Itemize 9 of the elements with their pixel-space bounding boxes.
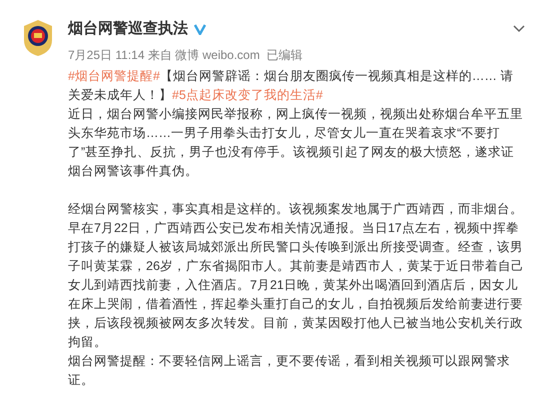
hashtag-link[interactable]: #烟台网警提醒# — [68, 68, 160, 82]
post-paragraph: 经烟台网警核实，事实真相是这样的。该视频案发地属于广西靖西，而非烟台。早在7月22日，广西靖西公安已发布相关情况通报。当日17点左右，视频中挥拳打孩子的嫌疑人被该局城郊派出所民警口头传唤到派出所接受调查。经查，该男子叫黄某霖，26岁，广东省揭阳市人。其前妻是靖西市人，黄某于近日带着自己女儿到靖西找前妻，入住酒店。7月21日晚，黄某外出喝酒回到酒店后，因女儿在床上哭闹，借着酒性，挥起拳头重打自己的女儿，自拍视频后发给前妻进行要挟，后该段视频被网友多次转发。目前，黄某因殴打他人已被当地公安机关行政拘留。 — [68, 200, 525, 350]
chevron-down-icon[interactable] — [513, 25, 525, 34]
post-paragraph: 烟台网警提醒：不要轻信网上谣言，更不要传谣，看到相关视频可以跟网警求证。 — [68, 352, 511, 388]
post-paragraph: 近日，烟台网警小编接网民举报称，网上疯传一视频，视频出处称烟台牟平五里头东华苑市场……一男子用拳头击打女儿，尽管女儿一直在哭着哀求“不要打了”甚至挣扎、反抗，男子也没有停手。该视频引起了网友的极大愤怒，遂求证烟台网警该事件真伪。 — [68, 106, 524, 180]
hashtag-link[interactable]: #5点起床改变了我的生活# — [172, 88, 323, 102]
post-meta: 7月25日 11:14 来自 微博 weibo.com 已编辑 — [68, 46, 304, 64]
author-name[interactable]: 烟台网警巡查执法 — [68, 18, 188, 40]
post-paragraph: #烟台网警提醒#【烟台网警辟谣：烟台朋友圈疯传一视频真相是这样的…… 请关爱未成年人！】#5点起床改变了我的生活# — [68, 68, 514, 104]
